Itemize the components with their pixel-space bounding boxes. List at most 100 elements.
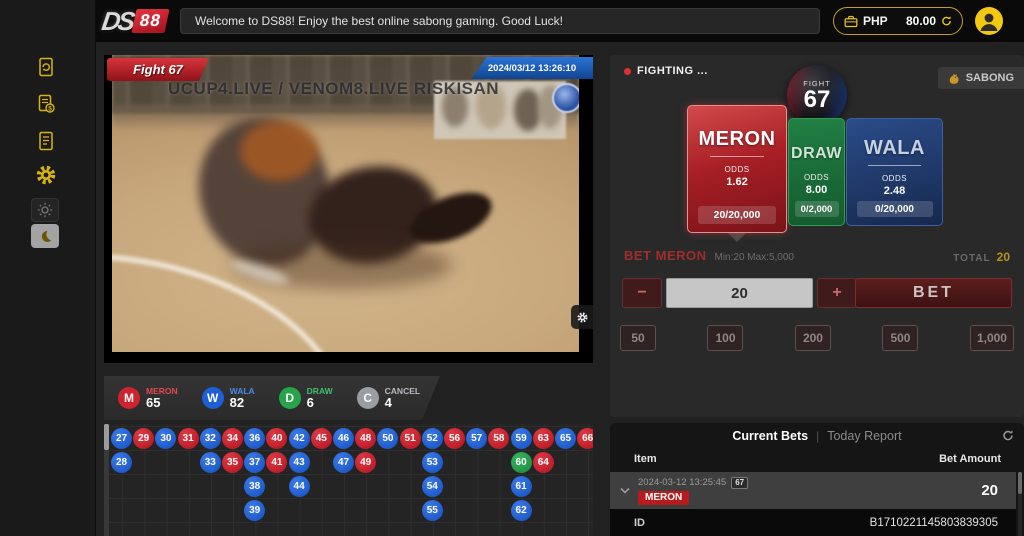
result-circle[interactable]: 33	[200, 452, 221, 473]
video-settings-button[interactable]	[571, 305, 593, 329]
result-circle[interactable]: 28	[111, 452, 132, 473]
bet-side-badge: MERON	[638, 491, 689, 505]
bet-id-row: ID B1710221145803839305	[610, 509, 1016, 536]
refresh-balance-icon[interactable]	[941, 15, 952, 27]
selected-card-pointer	[728, 233, 746, 242]
result-circle[interactable]: 39	[244, 500, 265, 521]
result-circle[interactable]: 59	[511, 428, 532, 449]
meron-pool: 20/20,000	[698, 206, 776, 224]
decrease-amount-button[interactable]: −	[622, 278, 662, 308]
result-circle[interactable]: 65	[555, 428, 576, 449]
result-circle[interactable]: 57	[466, 428, 487, 449]
increase-amount-button[interactable]: +	[817, 278, 857, 308]
ds88-logo[interactable]: DS 88	[102, 4, 182, 38]
total-label: TOTAL	[953, 253, 990, 264]
bets-scrollbar[interactable]	[1018, 472, 1022, 536]
place-bet-button[interactable]: BET	[855, 278, 1012, 308]
result-circle[interactable]: 40	[266, 428, 287, 449]
result-circle[interactable]: 60	[511, 452, 532, 473]
result-circle[interactable]: 46	[333, 428, 354, 449]
shadow	[232, 241, 452, 289]
sun-icon	[37, 202, 53, 218]
result-circle[interactable]: 50	[377, 428, 398, 449]
result-circle[interactable]: 34	[222, 428, 243, 449]
bet-fight-badge: 67	[731, 477, 748, 489]
top-bar: DS 88 Welcome to DS88! Enjoy the best on…	[96, 0, 1024, 42]
wala-circle: W	[202, 387, 224, 409]
quick-chips: 50 100 200 500 1,000	[620, 325, 1014, 351]
meron-bet-card[interactable]: MERON ODDS 1.62 20/20,000	[687, 105, 787, 233]
result-circle[interactable]: 27	[111, 428, 132, 449]
sidebar-item-settings[interactable]	[31, 160, 61, 190]
bet-row-details: 2024-03-12 13:25:45 67 MERON	[638, 477, 748, 505]
current-bets-panel: Current Bets | Today Report Item Bet Amo…	[610, 423, 1024, 536]
result-circle[interactable]: 41	[266, 452, 287, 473]
result-circle[interactable]: 54	[422, 476, 443, 497]
result-circle[interactable]: 64	[533, 452, 554, 473]
sidebar-item-rules[interactable]	[31, 126, 61, 156]
result-circle[interactable]: 66	[577, 428, 593, 449]
result-circle[interactable]: 51	[400, 428, 421, 449]
refresh-bets-button[interactable]	[1002, 429, 1014, 447]
summary-draw: D DRAW6	[279, 387, 333, 410]
result-circle[interactable]: 30	[155, 428, 176, 449]
announcement-text: Welcome to DS88! Enjoy the best online s…	[195, 14, 563, 28]
wala-bet-card[interactable]: WALA ODDS 2.48 0/20,000	[846, 118, 943, 226]
bet-amount-input[interactable]	[666, 278, 813, 308]
user-icon	[975, 7, 1003, 35]
wallet-balance[interactable]: PHP 80.00	[833, 7, 963, 35]
result-circle[interactable]: 35	[222, 452, 243, 473]
live-video-player[interactable]: UCUP4.LIVE / VENOM8.LIVE RISKISAN Fight …	[104, 55, 593, 363]
meron-odds-value: 1.62	[726, 176, 747, 188]
result-circle[interactable]: 63	[533, 428, 554, 449]
result-circle[interactable]: 36	[244, 428, 265, 449]
result-circle[interactable]: 49	[355, 452, 376, 473]
summary-wala: W WALA82	[202, 387, 255, 410]
chip-200[interactable]: 200	[795, 325, 831, 351]
user-avatar[interactable]	[975, 7, 1003, 35]
tab-current-bets[interactable]: Current Bets	[732, 429, 808, 443]
result-circle[interactable]: 61	[511, 476, 532, 497]
draw-bet-card[interactable]: DRAW ODDS 8.00 0/2,000	[788, 118, 845, 226]
currency-label: PHP	[863, 14, 888, 28]
results-summary-bar: M MERON65 W WALA82 D DRAW6 C CANCEL4	[104, 376, 440, 420]
meron-count: 65	[146, 396, 178, 410]
results-scrollbar-thumb[interactable]	[104, 424, 109, 450]
sidebar-item-bet-records[interactable]	[31, 52, 61, 82]
result-circle[interactable]: 53	[422, 452, 443, 473]
result-circle[interactable]: 62	[511, 500, 532, 521]
wala-count: 82	[230, 396, 255, 410]
result-circle[interactable]: 42	[289, 428, 310, 449]
tab-today-report[interactable]: Today Report	[827, 429, 901, 443]
result-circle[interactable]: 47	[333, 452, 354, 473]
result-circle[interactable]: 44	[289, 476, 310, 497]
result-circle[interactable]: 38	[244, 476, 265, 497]
sabong-lobby-button[interactable]: SABONG	[938, 67, 1024, 89]
chip-1000[interactable]: 1,000	[970, 325, 1014, 351]
chip-100[interactable]: 100	[707, 325, 743, 351]
result-circle[interactable]: 32	[200, 428, 221, 449]
result-circle[interactable]: 31	[178, 428, 199, 449]
result-circle[interactable]: 56	[444, 428, 465, 449]
result-circle[interactable]: 29	[133, 428, 154, 449]
results-scrollbar[interactable]	[104, 424, 109, 536]
result-circle[interactable]: 52	[422, 428, 443, 449]
result-circle[interactable]: 43	[289, 452, 310, 473]
sidebar-item-transactions[interactable]: $	[31, 89, 61, 119]
chip-50[interactable]: 50	[620, 325, 656, 351]
wala-odds-value: 2.48	[884, 185, 905, 197]
tab-divider: |	[816, 429, 819, 443]
result-circle[interactable]: 55	[422, 500, 443, 521]
timestamp-ribbon: 2024/03/12 13:26:10	[471, 57, 593, 79]
dark-mode-toggle[interactable]	[31, 224, 59, 248]
bet-row[interactable]: 2024-03-12 13:25:45 67 MERON 20	[610, 472, 1016, 509]
result-circle[interactable]: 37	[244, 452, 265, 473]
bet-total: TOTAL 20	[953, 250, 1010, 264]
bets-scrollbar-thumb[interactable]	[1018, 472, 1022, 494]
id-value: B1710221145803839305	[870, 517, 998, 529]
result-circle[interactable]: 58	[488, 428, 509, 449]
result-circle[interactable]: 45	[311, 428, 332, 449]
result-circle[interactable]: 48	[355, 428, 376, 449]
chip-500[interactable]: 500	[882, 325, 918, 351]
light-mode-toggle[interactable]	[31, 198, 59, 222]
